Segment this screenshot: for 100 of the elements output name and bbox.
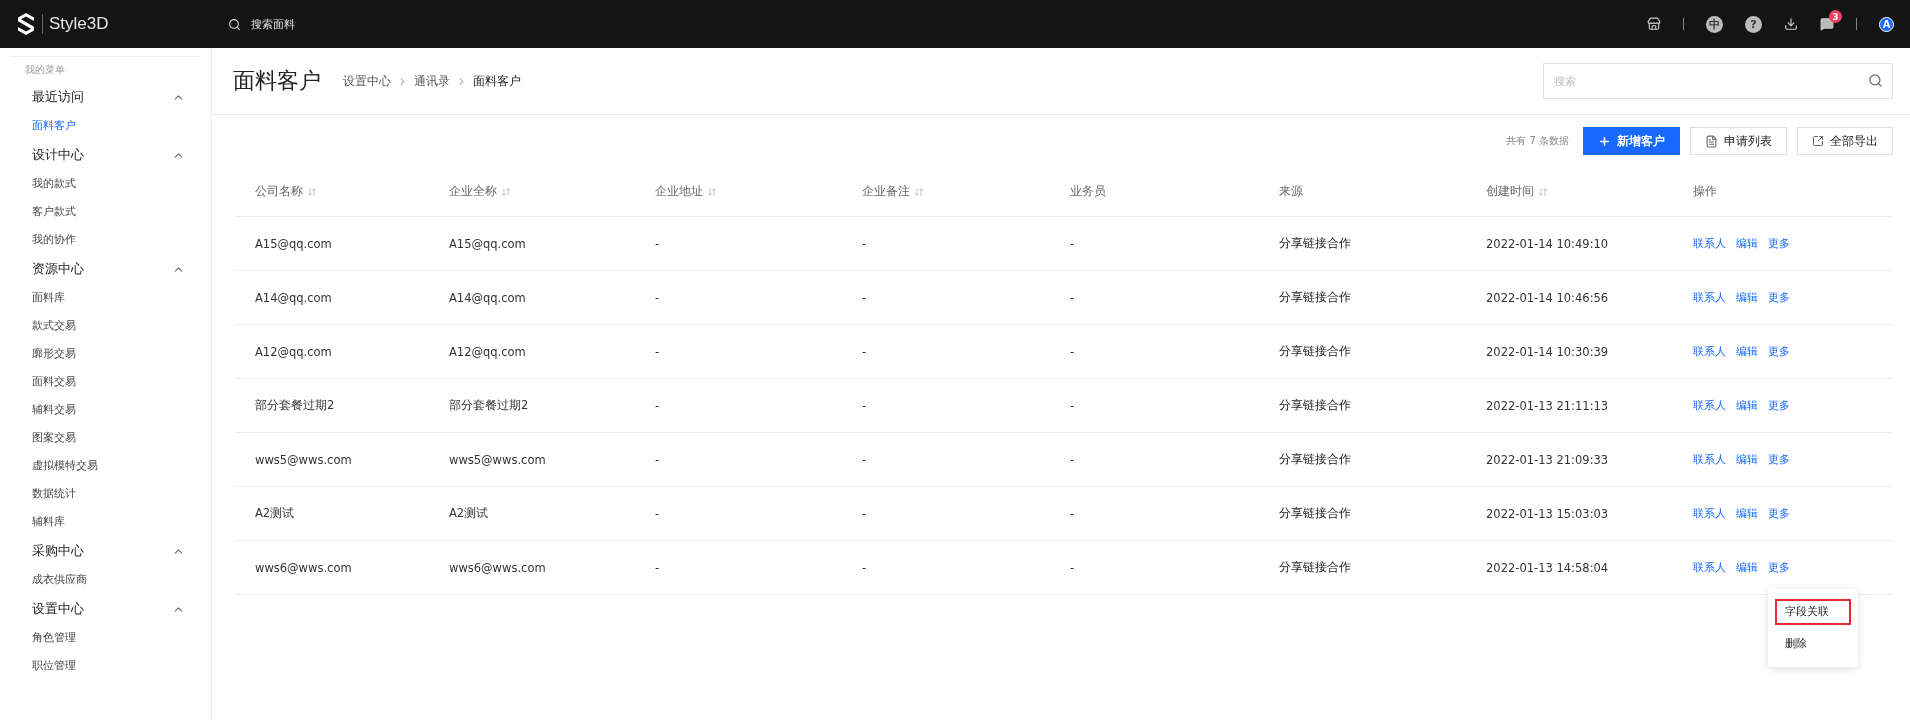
search-icon[interactable] xyxy=(1868,73,1883,88)
language-button[interactable]: 中 xyxy=(1706,15,1723,33)
sidebar-item[interactable]: 角色管理 xyxy=(10,624,201,652)
contacts-link[interactable]: 联系人 xyxy=(1693,290,1726,305)
export-button[interactable]: 全部导出 xyxy=(1797,127,1893,155)
breadcrumb-item[interactable]: 设置中心 xyxy=(343,72,391,90)
download-icon[interactable] xyxy=(1784,17,1798,31)
sidebar-item[interactable]: 数据统计 xyxy=(10,480,201,508)
menu-group-header[interactable]: 资源中心 xyxy=(10,254,201,284)
edit-link[interactable]: 编辑 xyxy=(1736,560,1758,575)
contacts-link[interactable]: 联系人 xyxy=(1693,452,1726,467)
table-cell-text: A14@qq.com xyxy=(448,290,527,305)
table-cell-text: - xyxy=(1069,344,1076,359)
logo-icon xyxy=(16,12,36,36)
table-cell-text: A2测试 xyxy=(448,506,490,521)
table-cell-text: 2022-01-14 10:46:56 xyxy=(1485,290,1610,305)
table-cell-text: 分享链接合作 xyxy=(1278,452,1352,467)
more-link[interactable]: 更多 xyxy=(1768,452,1790,467)
contacts-link[interactable]: 联系人 xyxy=(1693,398,1726,413)
more-link[interactable]: 更多 xyxy=(1768,344,1790,359)
menu-group-header[interactable]: 设置中心 xyxy=(10,594,201,624)
edit-link[interactable]: 编辑 xyxy=(1736,398,1758,413)
sidebar-item[interactable]: 成衣供应商 xyxy=(10,566,201,594)
contacts-link[interactable]: 联系人 xyxy=(1693,506,1726,521)
sidebar-item[interactable]: 面料库 xyxy=(10,284,201,312)
more-link[interactable]: 更多 xyxy=(1768,560,1790,575)
contacts-link[interactable]: 联系人 xyxy=(1693,344,1726,359)
table-cell-text: - xyxy=(654,290,661,305)
table-cell-text: - xyxy=(654,452,661,467)
edit-link[interactable]: 编辑 xyxy=(1736,290,1758,305)
menu-heading: 我的菜单 xyxy=(10,56,201,82)
help-button[interactable]: ? xyxy=(1745,15,1762,33)
table-cell-text: 分享链接合作 xyxy=(1278,560,1352,575)
table-cell-text: wws5@wws.com xyxy=(448,452,547,467)
table-cell-text: - xyxy=(861,236,868,251)
table-cell-text: 分享链接合作 xyxy=(1278,506,1352,521)
table-cell-text: A12@qq.com xyxy=(448,344,527,359)
record-count: 共有 7 条数据 xyxy=(1506,134,1569,148)
menu-group-header[interactable]: 采购中心 xyxy=(10,536,201,566)
table-cell-text: - xyxy=(654,506,661,521)
more-link[interactable]: 更多 xyxy=(1768,506,1790,521)
table-cell-text: 2022-01-14 10:30:39 xyxy=(1485,344,1610,359)
more-link[interactable]: 更多 xyxy=(1768,290,1790,305)
menu-item[interactable]: 删除 xyxy=(1775,631,1851,657)
edit-link[interactable]: 编辑 xyxy=(1736,452,1758,467)
message-icon[interactable] xyxy=(1820,17,1834,31)
sidebar-item[interactable]: 款式交易 xyxy=(10,312,201,340)
table-cell-text: A14@qq.com xyxy=(254,290,333,305)
table-cell-text: - xyxy=(1069,452,1076,467)
table-cell-text: 2022-01-13 14:58:04 xyxy=(1485,560,1610,575)
table-cell-text: 2022-01-13 21:09:33 xyxy=(1485,452,1610,467)
sidebar-item[interactable]: 我的协作 xyxy=(10,226,201,254)
menu-group-header[interactable]: 设计中心 xyxy=(10,140,201,170)
edit-link[interactable]: 编辑 xyxy=(1736,344,1758,359)
sidebar-item[interactable]: 图案交易 xyxy=(10,424,201,452)
sidebar-item[interactable]: 辅料交易 xyxy=(10,396,201,424)
page-title: 面料客户 xyxy=(233,67,321,95)
column-header[interactable]: 创建时间 xyxy=(1467,183,1674,200)
sidebar-item[interactable]: 职位管理 xyxy=(10,652,201,680)
sidebar-item[interactable]: 面料交易 xyxy=(10,368,201,396)
table-cell-text: wws5@wws.com xyxy=(254,452,353,467)
table-cell-text: - xyxy=(654,560,661,575)
store-icon[interactable] xyxy=(1647,17,1661,31)
add-customer-button[interactable]: 新增客户 xyxy=(1583,127,1680,155)
sidebar-item[interactable]: 客户款式 xyxy=(10,198,201,226)
sidebar-item[interactable]: 面料客户 xyxy=(10,112,201,140)
column-header[interactable]: 公司名称 xyxy=(236,183,430,200)
contacts-link[interactable]: 联系人 xyxy=(1693,236,1726,251)
contacts-link[interactable]: 联系人 xyxy=(1693,560,1726,575)
request-list-button[interactable]: 申请列表 xyxy=(1690,127,1787,155)
menu-group-header[interactable]: 最近访问 xyxy=(10,82,201,112)
logo-text: Style3D xyxy=(49,14,109,34)
column-header[interactable]: 企业备注 xyxy=(843,183,1051,200)
table-cell-text: 部分套餐过期2 xyxy=(448,398,530,413)
table-cell-text: 2022-01-13 21:11:13 xyxy=(1485,398,1610,413)
menu-item[interactable]: 字段关联 xyxy=(1775,599,1851,625)
table-cell-text: - xyxy=(654,344,661,359)
table-cell-text: - xyxy=(861,506,868,521)
edit-link[interactable]: 编辑 xyxy=(1736,506,1758,521)
table-cell-text: A2测试 xyxy=(254,506,296,521)
table-cell-text: 2022-01-13 15:03:03 xyxy=(1485,506,1610,521)
breadcrumb-item: 面料客户 xyxy=(473,72,521,90)
sidebar-item[interactable]: 虚拟模特交易 xyxy=(10,452,201,480)
sidebar-item[interactable]: 辅料库 xyxy=(10,508,201,536)
more-link[interactable]: 更多 xyxy=(1768,236,1790,251)
avatar[interactable]: A xyxy=(1879,16,1894,32)
column-header: 业务员 xyxy=(1069,183,1107,200)
edit-link[interactable]: 编辑 xyxy=(1736,236,1758,251)
column-header[interactable]: 企业地址 xyxy=(636,183,843,200)
column-header[interactable]: 企业全称 xyxy=(430,183,636,200)
search-icon[interactable] xyxy=(228,17,241,31)
table-cell-text: - xyxy=(654,236,661,251)
search-field[interactable]: 搜索 xyxy=(1543,63,1893,99)
search-field[interactable]: 搜索面料 xyxy=(249,16,409,32)
breadcrumb-item[interactable]: 通讯录 xyxy=(414,72,450,90)
column-header: 操作 xyxy=(1692,183,1718,200)
more-link[interactable]: 更多 xyxy=(1768,398,1790,413)
sidebar-item[interactable]: 廓形交易 xyxy=(10,340,201,368)
sidebar-item[interactable]: 我的款式 xyxy=(10,170,201,198)
table-cell-text: - xyxy=(861,398,868,413)
